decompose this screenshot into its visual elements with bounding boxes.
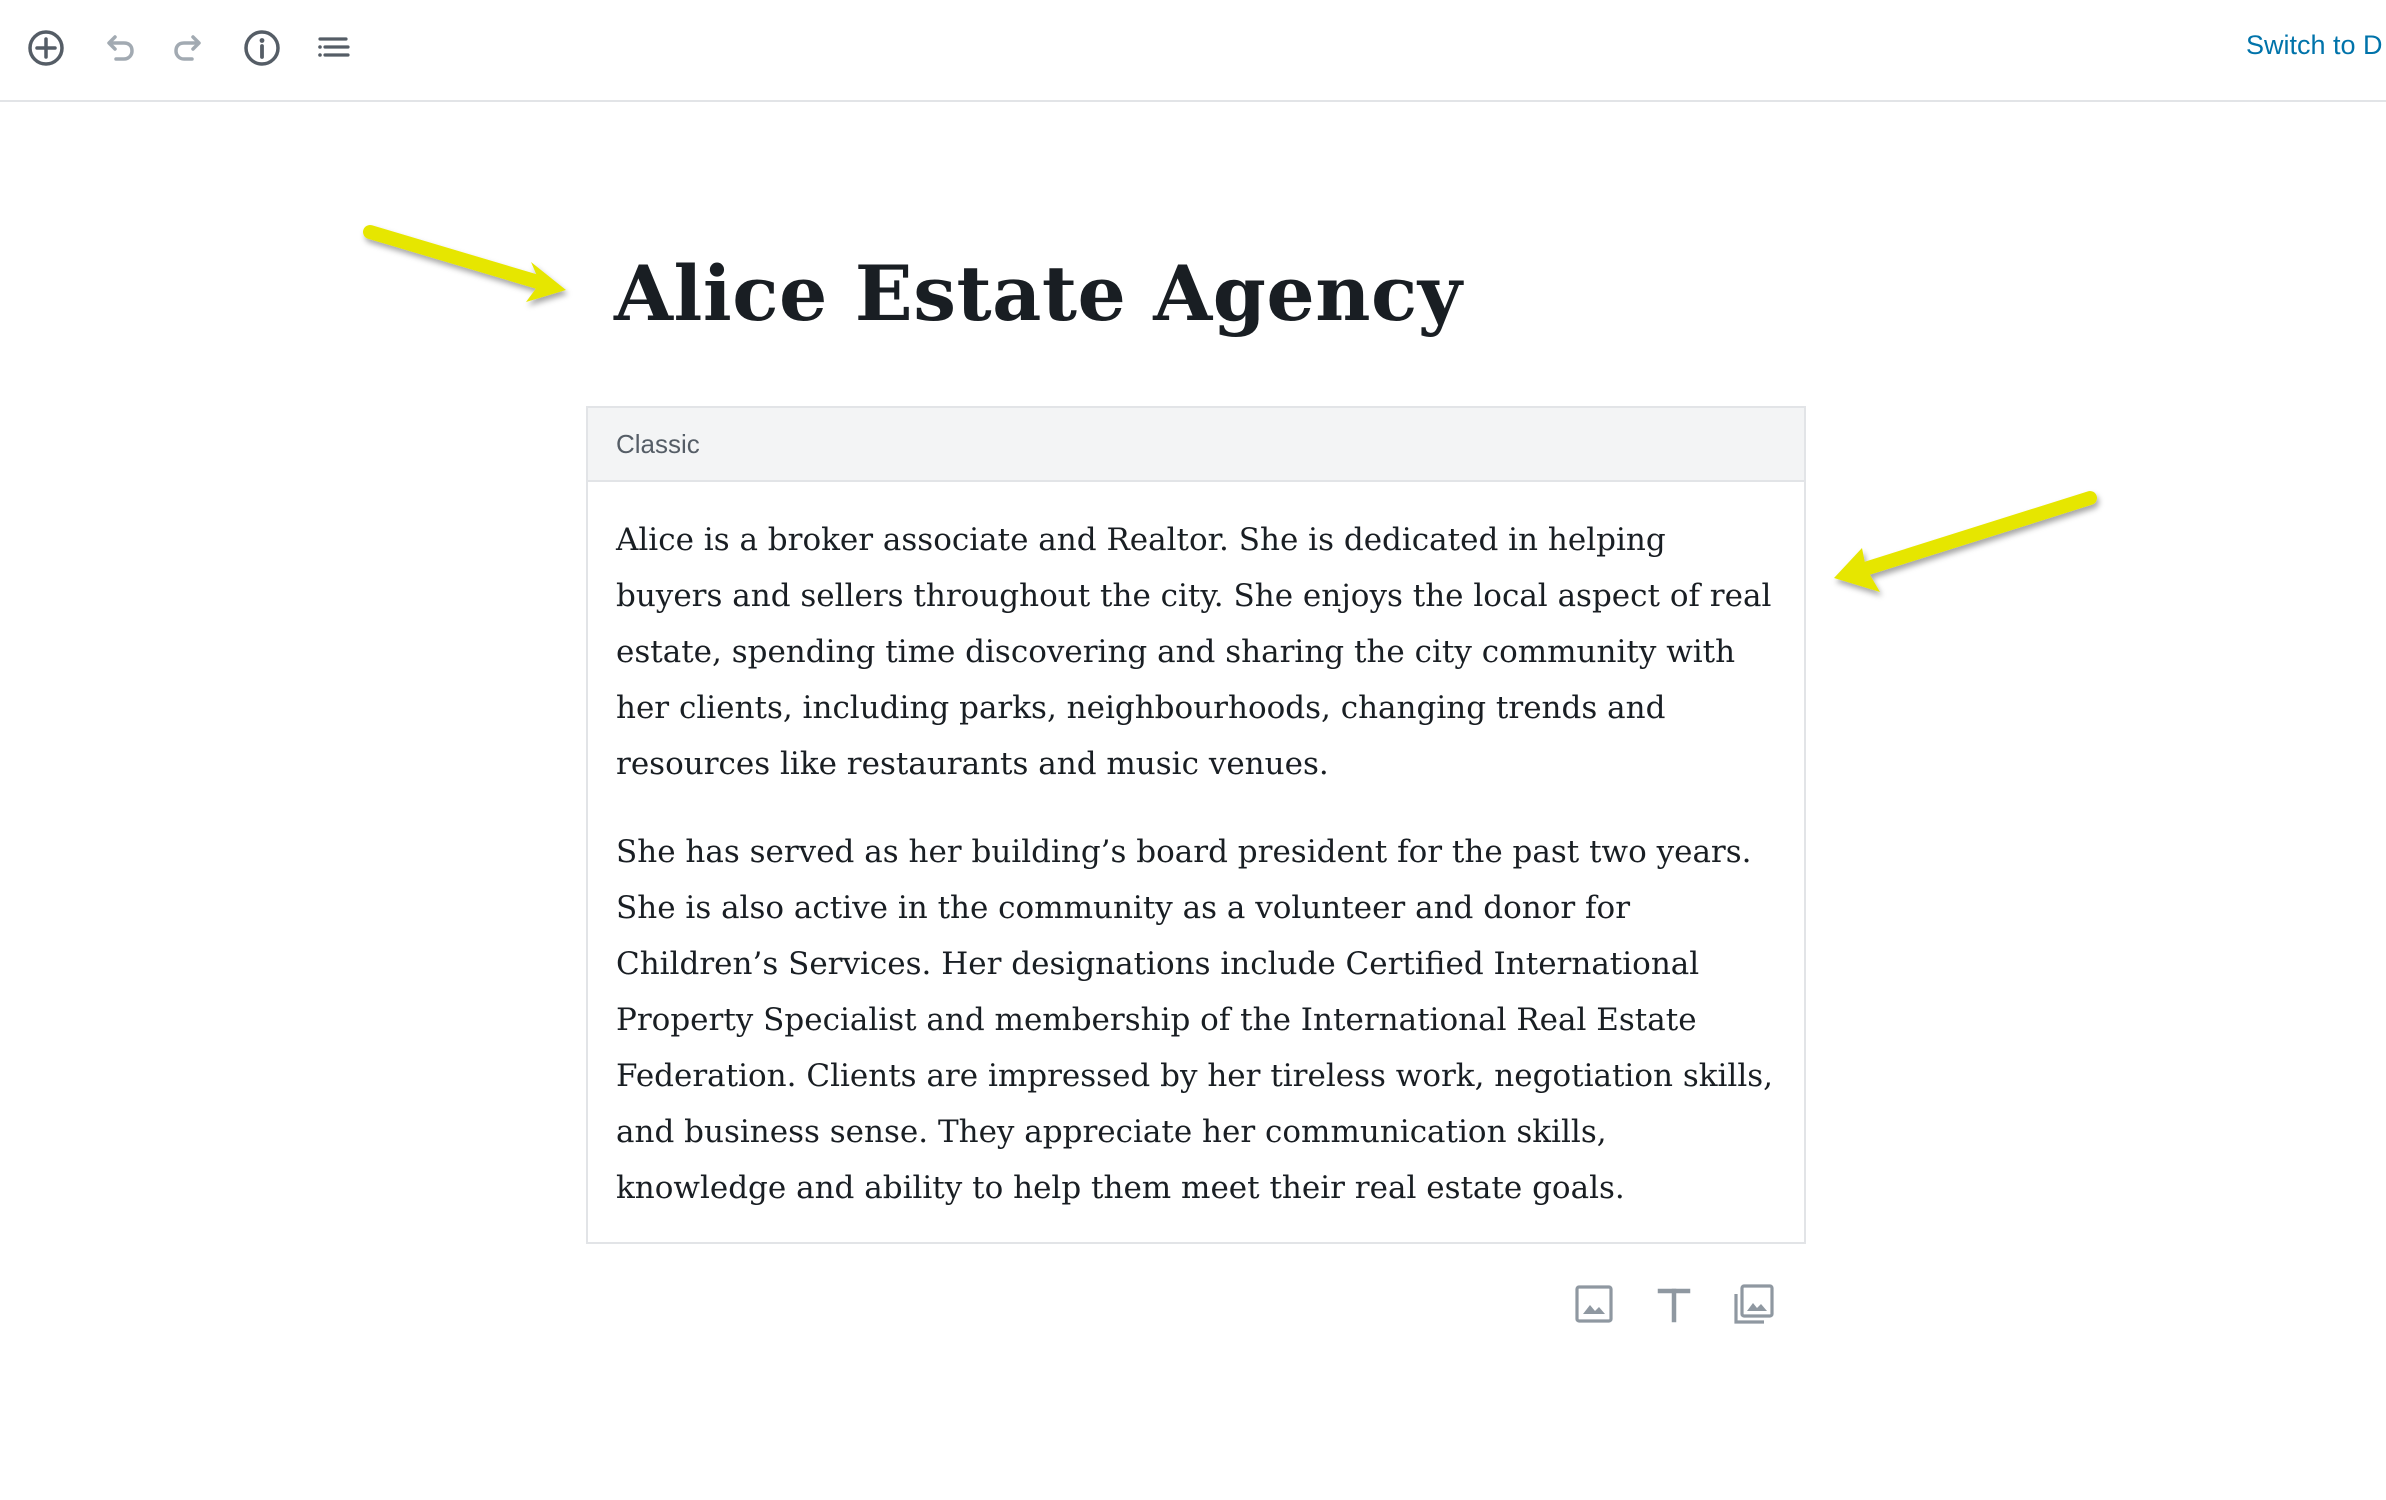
content-info-button[interactable] xyxy=(236,22,288,74)
classic-block-content[interactable]: Alice is a broker associate and Realtor.… xyxy=(588,482,1804,1216)
editor-page: Switch to D Alice Estate Agency Classic … xyxy=(0,0,2386,1500)
undo-button[interactable] xyxy=(92,22,144,74)
editor-toolbar: Switch to D xyxy=(0,0,2386,102)
gallery-icon xyxy=(1734,1284,1774,1324)
add-block-button[interactable] xyxy=(20,22,72,74)
classic-block[interactable]: Classic Alice is a broker associate and … xyxy=(586,406,1806,1244)
list-outline-icon xyxy=(318,37,350,57)
block-navigation-button[interactable] xyxy=(308,22,360,74)
title-arrow-icon xyxy=(363,225,566,302)
content-arrow-icon xyxy=(1834,491,2097,592)
insert-image-button[interactable] xyxy=(1570,1280,1618,1328)
redo-icon xyxy=(174,35,201,61)
classic-block-label: Classic xyxy=(616,428,700,459)
heading-text-icon xyxy=(1657,1288,1691,1323)
plus-circle-icon xyxy=(28,30,64,66)
switch-to-draft-link[interactable]: Switch to D xyxy=(2246,30,2383,61)
classic-block-header: Classic xyxy=(588,408,1804,482)
insert-heading-button[interactable] xyxy=(1650,1280,1698,1328)
undo-icon xyxy=(107,35,134,61)
post-title[interactable]: Alice Estate Agency xyxy=(614,250,1462,338)
paragraph[interactable]: She has served as her building’s board p… xyxy=(616,824,1778,1216)
info-icon xyxy=(244,30,280,66)
insert-gallery-button[interactable] xyxy=(1730,1280,1778,1328)
image-icon xyxy=(1575,1285,1613,1323)
paragraph[interactable]: Alice is a broker associate and Realtor.… xyxy=(616,512,1778,792)
redo-button[interactable] xyxy=(164,22,216,74)
